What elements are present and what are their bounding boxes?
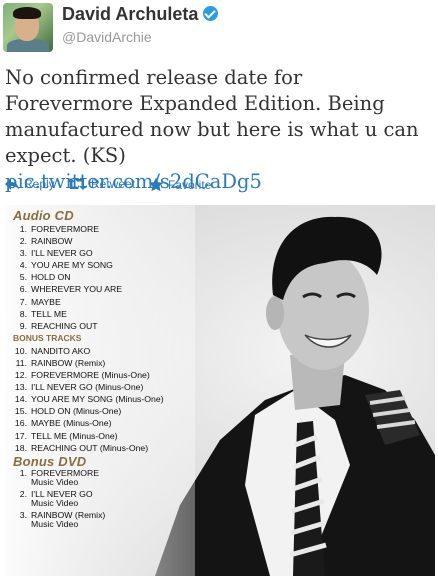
- verified-badge-icon: [203, 6, 219, 21]
- tweet-header: David Archuleta @DavidArchie: [0, 0, 438, 60]
- tweet-body: No confirmed release date for Forevermor…: [5, 66, 419, 167]
- track-item: 18. REACHING OUT (Minus-One): [14, 442, 149, 453]
- dvd-item: 2. I'LL NEVER GO Music Video: [19, 488, 93, 508]
- tweet-photo[interactable]: Audio CD 1. FOREVERMORE 2. RAINBOW 3. I'LL …: [5, 205, 435, 576]
- track-item: 10. NANDITO AKO: [14, 345, 91, 356]
- avatar-hair: [13, 7, 41, 19]
- bonus-dvd-list: 1. FOREVERMORE Music Video 2. I'LL NEVER GO…: [13, 467, 213, 529]
- dvd-item: 3. RAINBOW (Remix) Music Video: [19, 509, 106, 529]
- track-item: 2. RAINBOW: [19, 236, 73, 247]
- reply-arrow-icon: [5, 178, 19, 190]
- avatar[interactable]: [3, 3, 53, 52]
- user-handle[interactable]: @DavidArchie: [62, 29, 152, 45]
- bonus-dvd-title: Bonus DVD: [13, 453, 87, 469]
- track-item: 3. I'LL NEVER GO: [19, 248, 93, 259]
- tracklist: Audio CD 1. FOREVERMORE 2. RAINBOW 3. I'LL …: [13, 208, 213, 532]
- track-item: 4. YOU ARE MY SONG: [19, 260, 113, 271]
- tweet-text: No confirmed release date for Forevermor…: [5, 65, 435, 195]
- favorite-label: Favorite: [168, 178, 212, 192]
- track-item: 1. FOREVERMORE: [19, 224, 100, 234]
- user-display-name[interactable]: David Archuleta: [62, 4, 219, 25]
- retweet-button[interactable]: Retweet: [67, 177, 135, 191]
- track-item: 13. I'LL NEVER GO (Minus-One): [14, 382, 144, 393]
- user-display-name-text[interactable]: David Archuleta: [62, 4, 198, 24]
- track-item: 7. MAYBE: [19, 296, 61, 307]
- star-icon: [148, 177, 164, 192]
- track-item: 12. FOREVERMORE (Minus-One): [14, 370, 150, 381]
- track-item: 11. RAINBOW (Remix): [15, 357, 106, 368]
- retweet-icon: [67, 178, 87, 190]
- track-item: 8. TELL ME: [19, 308, 67, 319]
- retweet-label: Retweet: [91, 177, 136, 191]
- track-item: 15. HOLD ON (Minus-One): [14, 406, 122, 417]
- track-item: 9. REACHING OUT: [19, 320, 98, 331]
- track-item: 5. HOLD ON: [19, 272, 71, 283]
- track-item: 6. WHEREVER YOU ARE: [19, 284, 123, 295]
- bonus-track-list: 10. NANDITO AKO 11. RAINBOW (Remix) 12. FOR…: [13, 345, 213, 454]
- reply-button[interactable]: Reply: [4, 177, 55, 191]
- track-item: 17. TELL ME (Minus-One): [14, 430, 118, 441]
- reply-label: Reply: [24, 177, 55, 191]
- favorite-button[interactable]: Favorite: [148, 177, 211, 192]
- audio-cd-title: Audio CD: [13, 208, 74, 223]
- track-item: 16. MAYBE (Minus-One): [14, 418, 112, 429]
- audio-track-list: 1. FOREVERMORE 2. RAINBOW 3. I'LL NEVER GO …: [13, 223, 213, 332]
- track-item: 14. YOU ARE MY SONG (Minus-One): [14, 394, 164, 405]
- bonus-tracks-title: BONUS TRACKS: [13, 332, 82, 343]
- dvd-item: 1. FOREVERMORE Music Video: [19, 467, 100, 487]
